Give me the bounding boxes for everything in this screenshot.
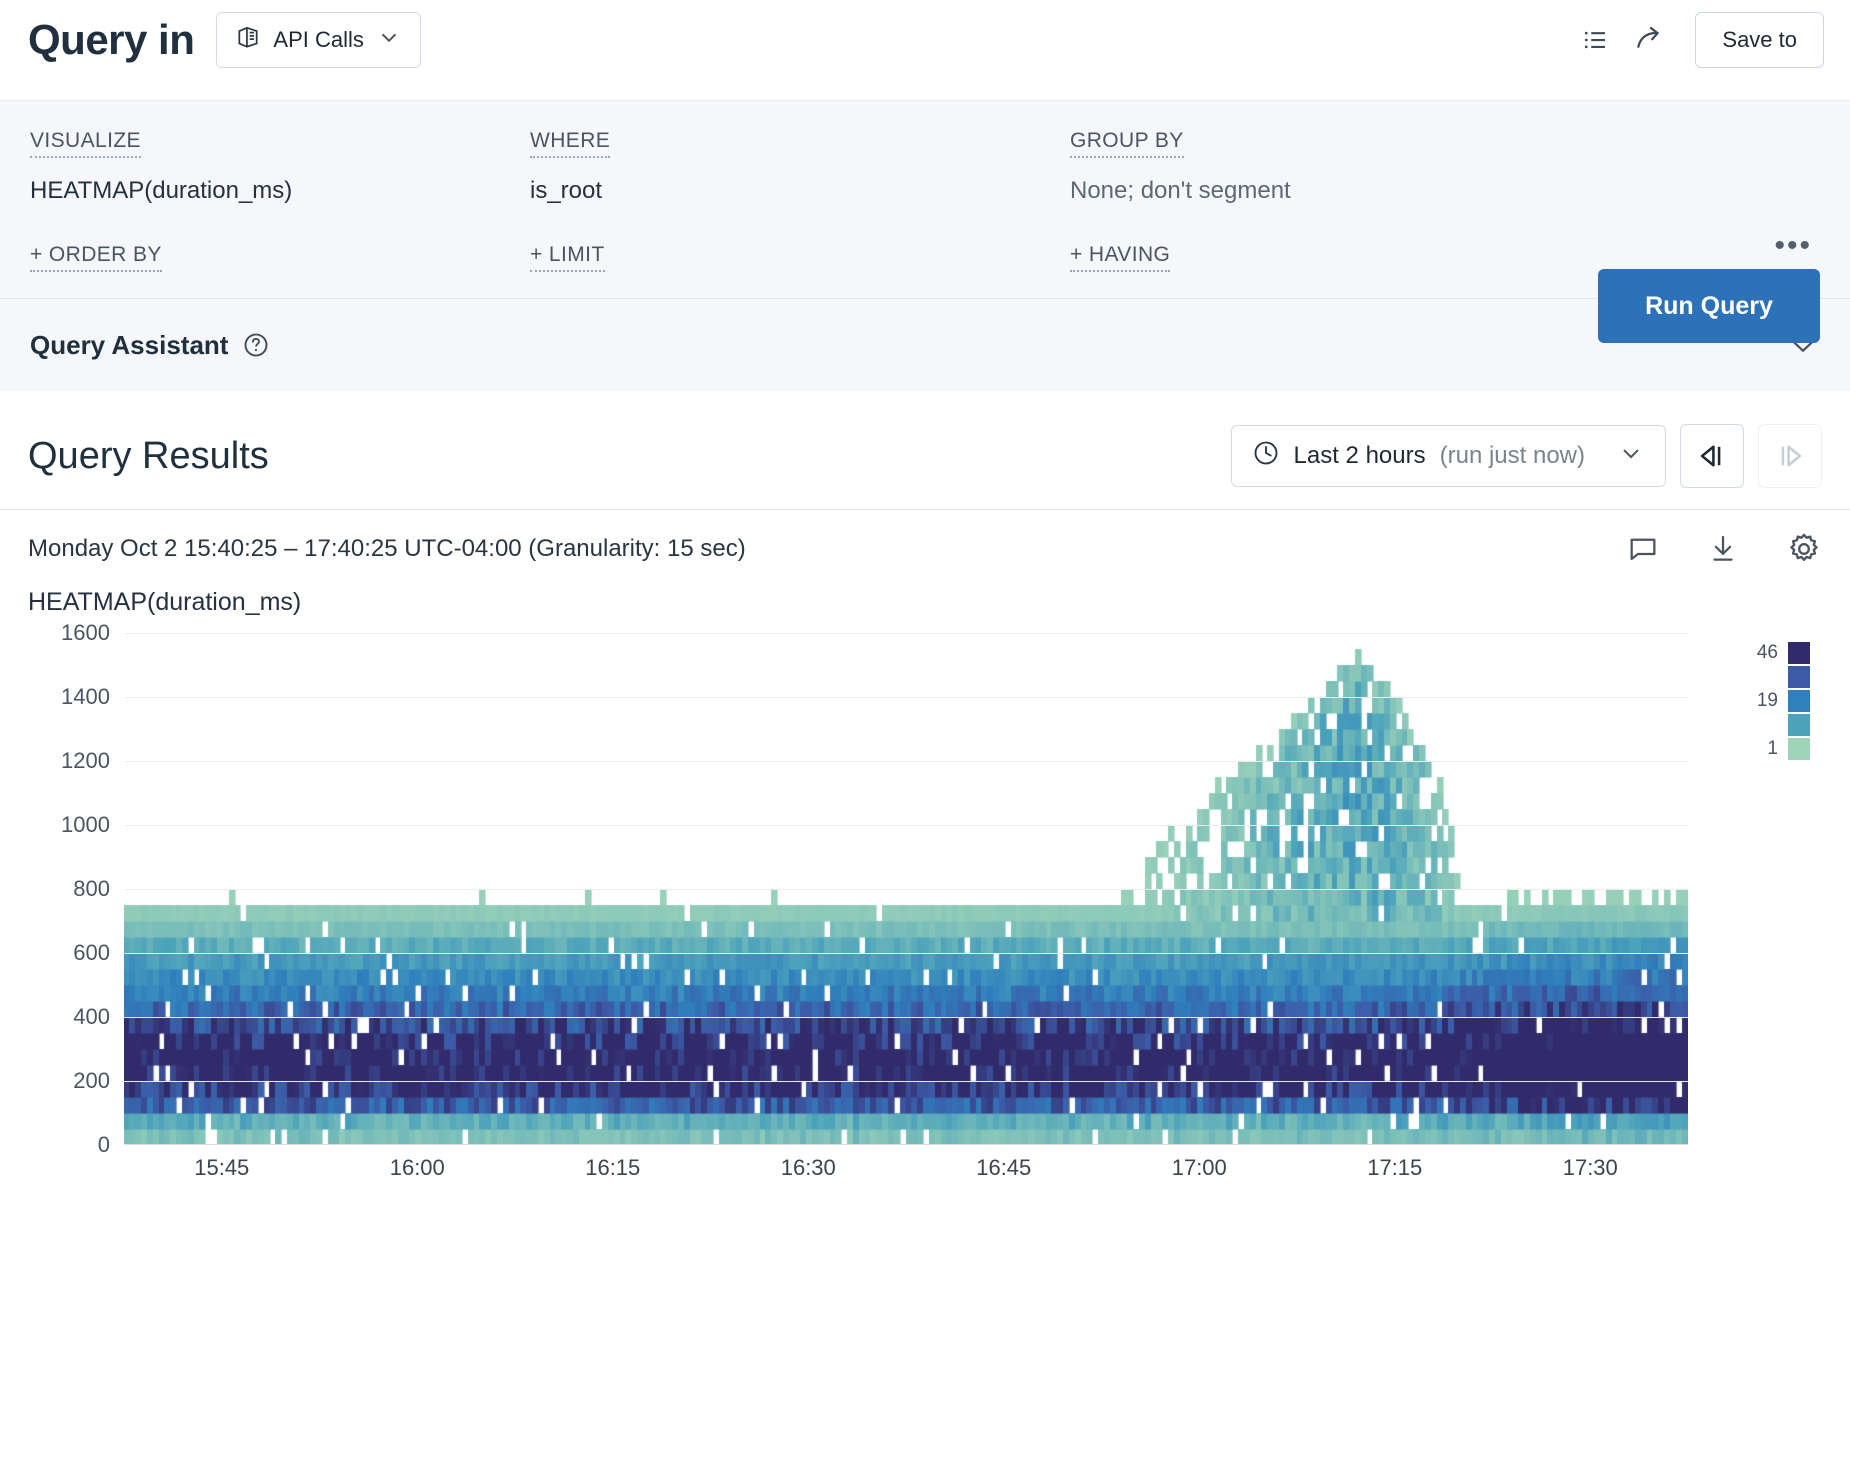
time-shift-forward-button[interactable] [1758,424,1822,488]
y-axis-labels: 02004006008001000120014001600 [28,633,110,1145]
add-limit-link[interactable]: + LIMIT [530,243,605,272]
legend-row: 46 [1700,641,1810,665]
time-range-selector[interactable]: Last 2 hours (run just now) [1231,425,1666,487]
time-shift-back-button[interactable] [1680,424,1744,488]
where-clause: WHERE is_root [530,129,1070,205]
x-axis-tick: 17:00 [1172,1155,1227,1181]
time-range-label: Last 2 hours [1294,442,1426,470]
color-legend: 46 19 1 [1700,641,1810,761]
query-builder-page: Query in API Calls [0,0,1850,1484]
x-axis-labels: 15:45 16:00 16:15 16:30 16:45 17:00 17:15 17:30 [124,1155,1688,1195]
chart-title: HEATMAP(duration_ms) [28,588,1850,617]
legend-swatch [1788,738,1810,760]
gridline [124,953,1688,954]
dataset-selector[interactable]: API Calls [216,12,420,68]
gridline [124,697,1688,698]
page-title: Query in [28,16,194,64]
save-to-button[interactable]: Save to [1695,12,1824,68]
legend-row [1700,665,1810,689]
query-builder-grid: ••• VISUALIZE HEATMAP(duration_ms) WHERE… [0,101,1850,298]
x-axis-tick: 16:00 [390,1155,445,1181]
y-axis-tick: 800 [73,876,110,902]
y-axis-tick: 1200 [61,748,110,774]
legend-swatch [1788,690,1810,712]
download-icon[interactable] [1706,532,1740,566]
gridline [124,825,1688,826]
gridline [124,1081,1688,1082]
y-axis-tick: 1400 [61,684,110,710]
where-value[interactable]: is_root [530,177,1070,205]
gridline [124,1017,1688,1018]
y-axis-tick: 400 [73,1004,110,1030]
y-axis-tick: 200 [73,1068,110,1094]
order-by-slot: + ORDER BY [30,243,530,272]
clock-icon [1252,439,1280,474]
legend-row: 1 [1700,737,1810,761]
builder-row-secondary: + ORDER BY + LIMIT + HAVING [30,243,1820,272]
heatmap-chart: HEATMAP(duration_ms) 0 200 400 600 800 1000 12… [0,588,1850,1193]
having-slot: + HAVING [1070,243,1490,272]
legend-row: 19 [1700,689,1810,713]
question-circle-icon[interactable] [242,331,270,359]
y-axis-tick: 0 [98,1132,110,1158]
gridline [124,633,1688,634]
x-axis-tick: 16:45 [976,1155,1031,1181]
list-icon[interactable] [1573,18,1617,62]
visualize-label[interactable]: VISUALIZE [30,129,141,158]
legend-label: 19 [1732,690,1788,712]
legend-row [1700,713,1810,737]
gear-icon[interactable] [1786,531,1822,567]
plot-area: 02004006008001000120014001600 15:4516:00… [28,633,1818,1193]
x-axis-line [124,1144,1688,1145]
legend-swatch [1788,666,1810,688]
x-axis-tick: 16:30 [781,1155,836,1181]
x-axis-tick: 15:45 [194,1155,249,1181]
time-range-chevron-down-icon [1617,439,1645,474]
query-builder-panel: ••• VISUALIZE HEATMAP(duration_ms) WHERE… [0,100,1850,391]
visualize-value[interactable]: HEATMAP(duration_ms) [30,177,530,205]
visualize-clause: VISUALIZE HEATMAP(duration_ms) [30,129,530,205]
legend-swatch [1788,714,1810,736]
dataset-label: API Calls [273,27,363,53]
time-range-note: (run just now) [1440,442,1585,470]
query-results-header: Query Results Last 2 hours (run just now… [0,391,1850,487]
results-meta-row: Monday Oct 2 15:40:25 – 17:40:25 UTC-04:… [0,510,1850,588]
add-order-by-link[interactable]: + ORDER BY [30,243,162,272]
y-axis-tick: 1600 [61,620,110,646]
gridline [124,889,1688,890]
y-axis-tick: 600 [73,940,110,966]
page-header: Query in API Calls [0,0,1850,80]
run-query-button[interactable]: Run Query [1598,269,1820,343]
results-actions [1626,531,1822,567]
group-by-value[interactable]: None; don't segment [1070,177,1490,205]
dataset-box-icon [235,24,261,56]
x-axis-tick: 17:30 [1563,1155,1618,1181]
group-by-clause: GROUP BY None; don't segment [1070,129,1490,205]
chevron-down-icon [376,24,402,56]
legend-label: 46 [1732,642,1788,664]
legend-swatch [1788,642,1810,664]
limit-slot: + LIMIT [530,243,1070,272]
x-axis-tick: 16:15 [585,1155,640,1181]
builder-row-primary: VISUALIZE HEATMAP(duration_ms) WHERE is_… [30,129,1820,205]
y-axis-tick: 1000 [61,812,110,838]
comment-icon[interactable] [1626,532,1660,566]
share-arrow-icon[interactable] [1627,18,1671,62]
plot-grid [124,633,1688,1145]
query-assistant-title: Query Assistant [30,330,228,361]
save-to-label: Save to [1722,27,1797,53]
results-time-meta: Monday Oct 2 15:40:25 – 17:40:25 UTC-04:… [28,535,746,563]
query-assistant-row[interactable]: Query Assistant [0,299,1850,391]
builder-more-menu[interactable]: ••• [1774,241,1812,251]
add-having-link[interactable]: + HAVING [1070,243,1170,272]
gridline [124,761,1688,762]
x-axis-tick: 17:15 [1367,1155,1422,1181]
query-results-title: Query Results [28,435,269,478]
where-label[interactable]: WHERE [530,129,610,158]
legend-label: 1 [1732,738,1788,760]
group-by-label[interactable]: GROUP BY [1070,129,1184,158]
